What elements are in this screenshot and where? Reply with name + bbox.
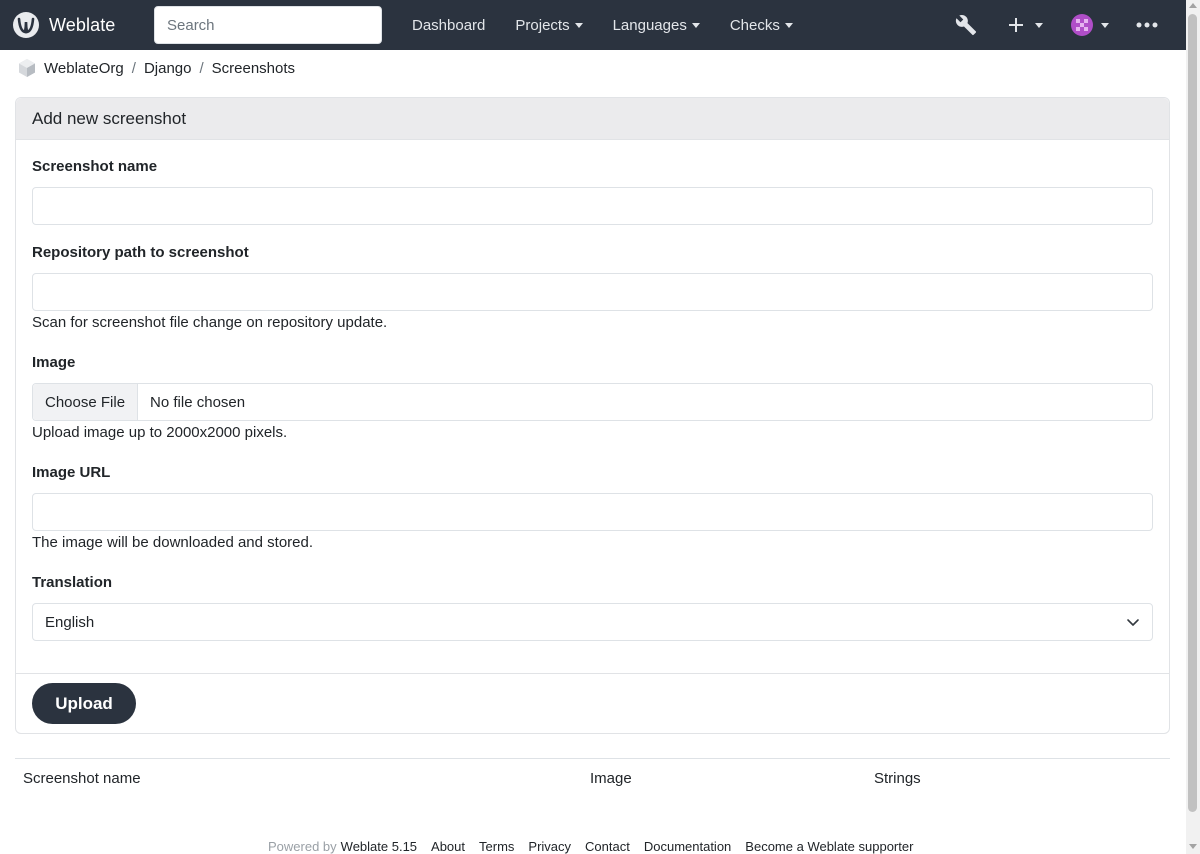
add-screenshot-card: Add new screenshot Screenshot name Repos…	[15, 97, 1170, 734]
image-url-label: Image URL	[32, 464, 111, 481]
avatar-icon	[1071, 14, 1093, 36]
column-header-screenshot-name: Screenshot name	[23, 770, 141, 787]
nav-languages-label: Languages	[612, 16, 687, 34]
search-input[interactable]	[154, 6, 382, 44]
scroll-up-icon[interactable]	[1189, 3, 1197, 8]
chevron-down-icon	[1127, 619, 1139, 626]
nav-projects-label: Projects	[515, 16, 570, 34]
nav-projects[interactable]: Projects	[500, 17, 597, 34]
breadcrumb: WeblateOrg / Django / Screenshots	[17, 57, 295, 79]
card-footer-divider	[16, 673, 1169, 674]
footer-link-terms[interactable]: Terms	[479, 839, 514, 854]
brand-name: Weblate	[49, 14, 116, 35]
plus-icon	[1009, 18, 1023, 32]
powered-by-text: Powered by	[268, 839, 337, 854]
add-menu-button[interactable]	[1007, 0, 1043, 50]
nav-dashboard[interactable]: Dashboard	[397, 17, 500, 34]
choose-file-button[interactable]: Choose File	[33, 384, 139, 420]
page-footer: Powered by Weblate 5.15 About Terms Priv…	[268, 839, 927, 854]
caret-down-icon	[691, 22, 700, 28]
file-status: No file chosen	[150, 393, 246, 411]
card-header: Add new screenshot	[16, 98, 1169, 140]
nav-checks-label: Checks	[729, 16, 780, 34]
screenshot-name-label: Screenshot name	[32, 158, 158, 175]
translation-label: Translation	[32, 574, 113, 591]
column-header-image: Image	[590, 770, 632, 787]
caret-down-icon	[574, 22, 583, 28]
caret-down-icon	[1101, 22, 1109, 28]
scroll-down-icon[interactable]	[1189, 844, 1197, 849]
organization-icon	[19, 59, 35, 77]
nav-checks[interactable]: Checks	[715, 17, 808, 34]
breadcrumb-item-screenshots[interactable]: Screenshots	[212, 60, 295, 77]
footer-link-documentation[interactable]: Documentation	[644, 839, 731, 854]
nav-dashboard-label: Dashboard	[412, 16, 486, 34]
main-nav: Dashboard Projects Languages Checks	[397, 0, 808, 50]
column-header-strings: Strings	[874, 770, 921, 787]
footer-link-contact[interactable]: Contact	[585, 839, 630, 854]
repository-path-input[interactable]	[32, 273, 1153, 311]
repository-path-label: Repository path to screenshot	[32, 244, 249, 261]
image-label: Image	[32, 354, 76, 371]
upload-button[interactable]: Upload	[32, 683, 136, 724]
caret-down-icon	[1035, 22, 1043, 28]
breadcrumb-item-project[interactable]: Django	[144, 60, 192, 77]
scrollbar-thumb[interactable]	[1188, 14, 1197, 812]
weblate-logo-icon	[13, 12, 39, 38]
user-menu-button[interactable]	[1071, 0, 1109, 50]
image-url-input[interactable]	[32, 493, 1153, 531]
card-title: Add new screenshot	[32, 108, 187, 128]
caret-down-icon	[784, 22, 793, 28]
footer-link-about[interactable]: About	[431, 839, 465, 854]
wrench-icon	[955, 15, 977, 36]
image-file-input[interactable]: Choose File No file chosen	[32, 383, 1153, 421]
breadcrumb-separator: /	[199, 59, 204, 77]
breadcrumb-item-org[interactable]: WeblateOrg	[44, 60, 124, 77]
translation-selected-value: English	[45, 613, 95, 631]
more-icon	[1136, 22, 1158, 28]
screenshot-name-input[interactable]	[32, 187, 1153, 225]
more-menu-button[interactable]	[1136, 0, 1158, 50]
image-help: Upload image up to 2000x2000 pixels.	[32, 424, 288, 441]
repository-path-help: Scan for screenshot file change on repos…	[32, 314, 388, 331]
weblate-version-link[interactable]: Weblate 5.15	[341, 839, 417, 854]
manage-button[interactable]	[955, 0, 977, 50]
table-divider	[15, 758, 1170, 759]
footer-link-supporter[interactable]: Become a Weblate supporter	[745, 839, 913, 854]
brand[interactable]: Weblate	[12, 11, 142, 39]
breadcrumb-separator: /	[131, 59, 136, 77]
nav-languages[interactable]: Languages	[598, 17, 715, 34]
translation-select[interactable]: English	[32, 603, 1153, 641]
image-url-help: The image will be downloaded and stored.	[32, 534, 314, 551]
top-navbar: Weblate Dashboard Projects Languages Che…	[0, 0, 1186, 50]
footer-link-privacy[interactable]: Privacy	[528, 839, 571, 854]
